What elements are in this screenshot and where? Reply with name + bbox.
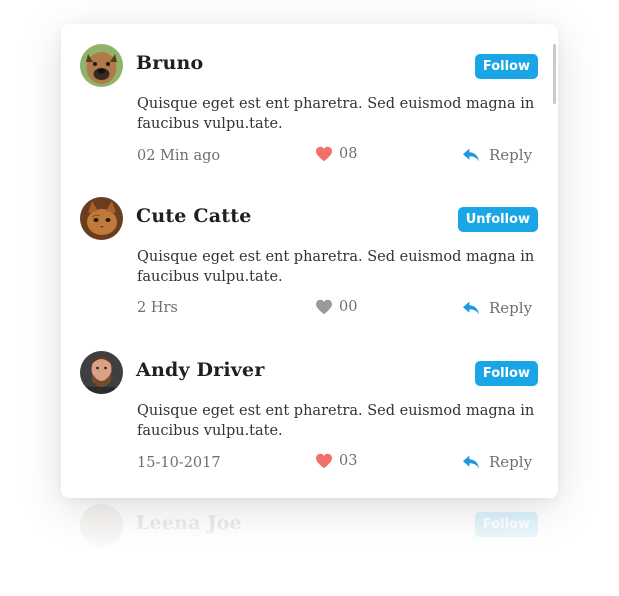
commenter-name: Andy Driver [136, 359, 265, 381]
scrollbar[interactable] [553, 44, 556, 104]
reply-icon [463, 455, 479, 469]
reply-label: Reply [489, 453, 533, 471]
comment-text: Quisque eget est ent pharetra. Sed euism… [137, 96, 535, 132]
reflection-name: Leena Joe [136, 512, 242, 534]
follow-button[interactable]: Follow [474, 361, 538, 386]
reply-icon [463, 301, 479, 315]
heart-icon [316, 299, 332, 315]
follow-button[interactable]: Follow [474, 54, 538, 79]
heart-icon [316, 146, 332, 162]
reply-label: Reply [489, 299, 533, 317]
like-button[interactable]: 00 [315, 299, 357, 315]
comment-timestamp: 2 Hrs [137, 300, 178, 316]
dog-avatar[interactable] [80, 44, 123, 87]
like-count: 00 [339, 299, 358, 315]
reply-button[interactable]: Reply [461, 453, 532, 471]
cat-avatar[interactable] [80, 197, 123, 240]
like-count: 08 [339, 146, 358, 162]
like-button[interactable]: 08 [315, 146, 357, 162]
comments-panel: Bruno Follow Quisque eget est ent pharet… [61, 24, 558, 498]
next-comment-reflection: Leena Joe Follow [61, 500, 558, 570]
reflection-follow-button: Follow [474, 512, 538, 537]
unfollow-button[interactable]: Unfollow [457, 207, 538, 232]
like-count: 03 [339, 453, 358, 469]
comment-timestamp: 02 Min ago [137, 148, 221, 164]
reply-icon [463, 148, 479, 162]
woman-avatar [80, 504, 123, 547]
commenter-name: Bruno [136, 52, 204, 74]
commenter-name: Cute Catte [136, 205, 252, 227]
heart-icon [316, 453, 332, 469]
comment-text: Quisque eget est ent pharetra. Sed euism… [137, 403, 535, 439]
reply-button[interactable]: Reply [461, 146, 532, 164]
reply-button[interactable]: Reply [461, 299, 532, 317]
man-avatar[interactable] [80, 351, 123, 394]
like-button[interactable]: 03 [315, 453, 357, 469]
comment-text: Quisque eget est ent pharetra. Sed euism… [137, 249, 535, 285]
comment-timestamp: 15-10-2017 [137, 455, 221, 471]
reply-label: Reply [489, 146, 533, 164]
